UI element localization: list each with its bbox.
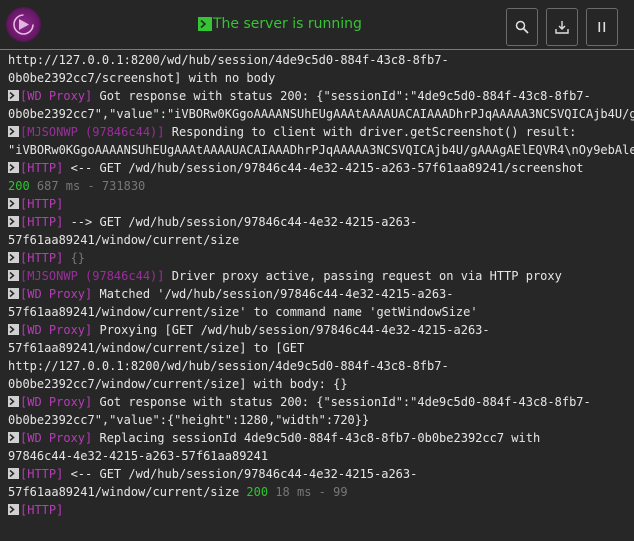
log-text: http://127.0.0.1:8200/wd/hub/session/4de… <box>8 53 449 67</box>
pause-icon <box>598 22 606 32</box>
log-line: [WD Proxy] Matched '/wd/hub/session/9784… <box>8 285 634 303</box>
log-text: <-- GET /wd/hub/session/97846c44-4e32-42… <box>70 161 584 175</box>
log-tag: [HTTP] <box>20 503 64 517</box>
log-tag: [WD Proxy] <box>20 395 100 409</box>
log-tag: [WD Proxy] <box>20 431 100 445</box>
log-prompt-icon <box>8 216 19 227</box>
log-line: [WD Proxy] Proxying [GET /wd/hub/session… <box>8 321 634 339</box>
server-log[interactable]: http://127.0.0.1:8200/wd/hub/session/4de… <box>0 51 634 541</box>
log-text: 57f61aa89241/window/current/size' to com… <box>8 305 478 319</box>
log-text: 200 <box>8 179 30 193</box>
log-text: 0b0be2392cc7","value":{"height":1280,"wi… <box>8 413 370 427</box>
search-button[interactable] <box>506 8 538 46</box>
log-text: 57f61aa89241/window/current/size <box>8 233 240 247</box>
log-tag: [WD Proxy] <box>20 287 100 301</box>
log-line: [WD Proxy] Got response with status 200:… <box>8 87 634 105</box>
log-text: Proxying [GET /wd/hub/session/97846c44-4… <box>99 323 490 337</box>
log-line: [HTTP] <box>8 195 634 213</box>
log-line: 0b0be2392cc7/screenshot] with no body <box>8 69 634 87</box>
log-tag: [HTTP] <box>20 467 71 481</box>
log-prompt-icon <box>8 198 19 209</box>
log-line: [WD Proxy] Got response with status 200:… <box>8 393 634 411</box>
log-line: 0b0be2392cc7","value":{"height":1280,"wi… <box>8 411 634 429</box>
server-status-text: The server is running <box>213 16 362 32</box>
log-prompt-icon <box>8 288 19 299</box>
log-tag: [WD Proxy] <box>20 323 100 337</box>
log-line: [HTTP] <-- GET /wd/hub/session/97846c44-… <box>8 159 634 177</box>
log-text: 57f61aa89241/window/current/size <box>8 485 247 499</box>
log-tag: [MJSONWP (97846c44)] <box>20 125 172 139</box>
appium-logo-icon <box>7 8 40 41</box>
log-text: "iVBORw0KGgoAAAANSUhEUgAAAtAAAAUACAIAAAD… <box>8 143 634 157</box>
log-text: 57f61aa89241/window/current/size] to [GE… <box>8 341 305 355</box>
log-tag: [HTTP] <box>20 251 71 265</box>
log-text: Got response with status 200: {"sessionI… <box>99 395 591 409</box>
log-line: 200 687 ms - 731830 <box>8 177 634 195</box>
log-prompt-icon <box>8 468 19 479</box>
log-text: <-- GET /wd/hub/session/97846c44-4e32-42… <box>70 467 418 481</box>
log-prompt-icon <box>8 396 19 407</box>
log-line: [HTTP] <box>8 501 634 519</box>
log-prompt-icon <box>8 504 19 515</box>
log-text: 0b0be2392cc7/screenshot] with no body <box>8 71 276 85</box>
log-text: --> GET /wd/hub/session/97846c44-4e32-42… <box>70 215 418 229</box>
log-text: Driver proxy active, passing request on … <box>171 269 562 283</box>
log-prompt-icon <box>8 162 19 173</box>
log-line: http://127.0.0.1:8200/wd/hub/session/4de… <box>8 357 634 375</box>
log-tag: [HTTP] <box>20 215 71 229</box>
log-prompt-icon <box>8 252 19 263</box>
log-tag: [HTTP] <box>20 161 71 175</box>
log-text: 97846c44-4e32-4215-a263-57f61aa89241 <box>8 449 269 463</box>
log-text: http://127.0.0.1:8200/wd/hub/session/4de… <box>8 359 449 373</box>
log-line: 97846c44-4e32-4215-a263-57f61aa89241 <box>8 447 634 465</box>
log-line: [WD Proxy] Replacing sessionId 4de9c5d0-… <box>8 429 634 447</box>
log-text: 200 <box>246 485 269 499</box>
log-prompt-icon <box>8 432 19 443</box>
log-text: 687 ms - 731830 <box>29 179 146 193</box>
server-status: The server is running <box>198 14 362 34</box>
log-text: Replacing sessionId 4de9c5d0-884f-43c8-8… <box>99 431 541 445</box>
log-text: Responding to client with driver.getScre… <box>171 125 577 139</box>
search-icon <box>515 20 529 34</box>
app-header: The server is running <box>0 0 634 50</box>
log-line: 57f61aa89241/window/current/size 200 18 … <box>8 483 634 501</box>
pause-button[interactable] <box>586 8 618 46</box>
log-prompt-icon <box>8 126 19 137</box>
log-line: 57f61aa89241/window/current/size' to com… <box>8 303 634 321</box>
log-text: 0b0be2392cc7","value":"iVBORw0KGgoAAAANS… <box>8 107 634 121</box>
terminal-icon <box>198 17 212 31</box>
log-line: "iVBORw0KGgoAAAANSUhEUgAAAtAAAAUACAIAAAD… <box>8 141 634 159</box>
log-line: http://127.0.0.1:8200/wd/hub/session/4de… <box>8 51 634 69</box>
log-line: [MJSONWP (97846c44)] Responding to clien… <box>8 123 634 141</box>
log-line: [MJSONWP (97846c44)] Driver proxy active… <box>8 267 634 285</box>
log-tag: [MJSONWP (97846c44)] <box>20 269 172 283</box>
log-prompt-icon <box>8 270 19 281</box>
log-prompt-icon <box>8 90 19 101</box>
log-line: 0b0be2392cc7","value":"iVBORw0KGgoAAAANS… <box>8 105 634 123</box>
log-tag: [WD Proxy] <box>20 89 100 103</box>
log-text: 18 ms - 99 <box>268 485 348 499</box>
download-logs-button[interactable] <box>546 8 578 46</box>
log-line: 0b0be2392cc7/window/current/size] with b… <box>8 375 634 393</box>
log-prompt-icon <box>8 324 19 335</box>
log-line: 57f61aa89241/window/current/size] to [GE… <box>8 339 634 357</box>
log-line: [HTTP] --> GET /wd/hub/session/97846c44-… <box>8 213 634 231</box>
download-icon <box>555 21 569 34</box>
log-text: 0b0be2392cc7/window/current/size] with b… <box>8 377 348 391</box>
log-line: 57f61aa89241/window/current/size <box>8 231 634 249</box>
log-line: [HTTP] <-- GET /wd/hub/session/97846c44-… <box>8 465 634 483</box>
log-text: Got response with status 200: {"sessionI… <box>99 89 591 103</box>
log-line: [HTTP] {} <box>8 249 634 267</box>
log-text: Matched '/wd/hub/session/97846c44-4e32-4… <box>99 287 454 301</box>
log-text: {} <box>70 251 86 265</box>
log-tag: [HTTP] <box>20 197 64 211</box>
